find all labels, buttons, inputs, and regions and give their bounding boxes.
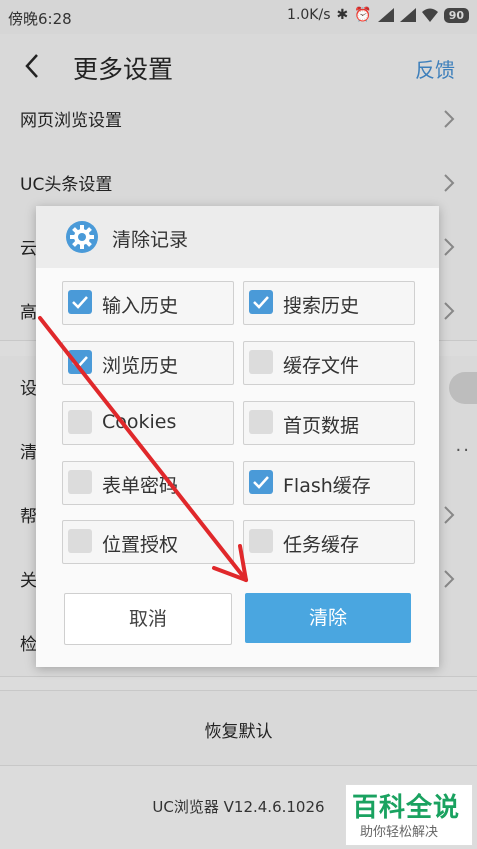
chevron-right-icon [444, 302, 455, 320]
signal-icon-2 [399, 8, 416, 22]
option-input-history[interactable]: 输入历史 [62, 281, 234, 325]
chevron-right-icon [444, 238, 455, 256]
settings-row-label: 帮 [20, 507, 37, 527]
signal-icon [377, 8, 394, 22]
checkbox-checked[interactable] [68, 350, 92, 374]
chevron-right-icon [444, 110, 455, 128]
checkmark-icon [72, 356, 88, 369]
battery-icon: 90 [443, 7, 469, 23]
option-search-history[interactable]: 搜索历史 [243, 281, 415, 325]
checkbox-unchecked[interactable] [249, 410, 273, 434]
status-bar: 傍晚6:28 1.0K/s ✱ ⏰ 90 [0, 0, 477, 34]
toggle-switch[interactable] [449, 372, 477, 404]
settings-row-label: 关 [20, 571, 37, 591]
chevron-right-icon [444, 570, 455, 588]
settings-row-web-browsing[interactable]: 网页浏览设置 [0, 88, 477, 153]
checkbox-checked[interactable] [249, 470, 273, 494]
clear-button[interactable]: 清除 [245, 593, 411, 643]
alarm-icon: ⏰ [354, 7, 372, 23]
option-homepage-data[interactable]: 首页数据 [243, 401, 415, 445]
option-cache-files[interactable]: 缓存文件 [243, 341, 415, 385]
checkbox-checked[interactable] [249, 290, 273, 314]
checkbox-unchecked[interactable] [68, 410, 92, 434]
feedback-link[interactable]: 反馈 [415, 54, 455, 83]
option-location-permission[interactable]: 位置授权 [62, 520, 234, 564]
option-label: 任务缓存 [283, 534, 360, 556]
chevron-right-icon [444, 174, 455, 192]
restore-defaults-label: 恢复默认 [204, 722, 273, 742]
option-browse-history[interactable]: 浏览历史 [62, 341, 234, 385]
settings-row-label: 清 [20, 443, 37, 463]
watermark-sub-text: 助你轻松解决 [360, 825, 439, 840]
option-flash-cache[interactable]: Flash缓存 [243, 461, 415, 505]
option-form-passwords[interactable]: 表单密码 [62, 461, 234, 505]
clear-records-dialog: 清除记录 输入历史 搜索历史 浏览历史 缓存文件 Cookies 首页数据 表单… [36, 206, 439, 667]
back-arrow-icon[interactable] [20, 50, 44, 82]
option-task-cache[interactable]: 任务缓存 [243, 520, 415, 564]
more-dots-icon: ·· [455, 440, 471, 461]
checkbox-unchecked[interactable] [68, 529, 92, 553]
checkmark-icon [253, 296, 269, 309]
checkbox-unchecked[interactable] [68, 470, 92, 494]
restore-defaults-row[interactable]: 恢复默认 [0, 690, 477, 766]
page-title: 更多设置 [73, 55, 174, 84]
settings-row-label: 设 [20, 379, 37, 399]
watermark-main-text: 百科全说 [352, 793, 461, 823]
option-label: Cookies [102, 411, 177, 433]
settings-row-label: 云 [20, 239, 37, 259]
option-label: 缓存文件 [283, 355, 360, 377]
dialog-title: 清除记录 [112, 229, 189, 251]
option-label: 首页数据 [283, 415, 360, 437]
option-label: 输入历史 [102, 295, 179, 317]
settings-row-label: 网页浏览设置 [20, 111, 122, 131]
checkmark-icon [72, 296, 88, 309]
settings-row-label: UC头条设置 [20, 175, 113, 195]
network-speed: 1.0K/s [287, 7, 331, 23]
checkbox-unchecked[interactable] [249, 529, 273, 553]
status-icons: 1.0K/s ✱ ⏰ 90 [287, 7, 469, 23]
bluetooth-icon: ✱ [336, 7, 349, 23]
checkbox-checked[interactable] [68, 290, 92, 314]
gear-icon [66, 221, 98, 253]
checkmark-icon [253, 476, 269, 489]
watermark-logo: 百科全说 助你轻松解决 [345, 784, 473, 846]
settings-row-label: 检 [20, 635, 37, 655]
cancel-button[interactable]: 取消 [64, 593, 232, 645]
option-label: Flash缓存 [283, 475, 371, 497]
settings-row-label: 高 [20, 303, 37, 323]
option-label: 浏览历史 [102, 355, 179, 377]
status-time: 傍晚6:28 [8, 10, 72, 28]
wifi-icon [421, 8, 438, 22]
option-cookies[interactable]: Cookies [62, 401, 234, 445]
option-label: 表单密码 [102, 475, 179, 497]
option-label: 搜索历史 [283, 295, 360, 317]
option-label: 位置授权 [102, 534, 179, 556]
chevron-right-icon [444, 506, 455, 524]
dialog-header: 清除记录 [36, 206, 439, 268]
checkbox-unchecked[interactable] [249, 350, 273, 374]
